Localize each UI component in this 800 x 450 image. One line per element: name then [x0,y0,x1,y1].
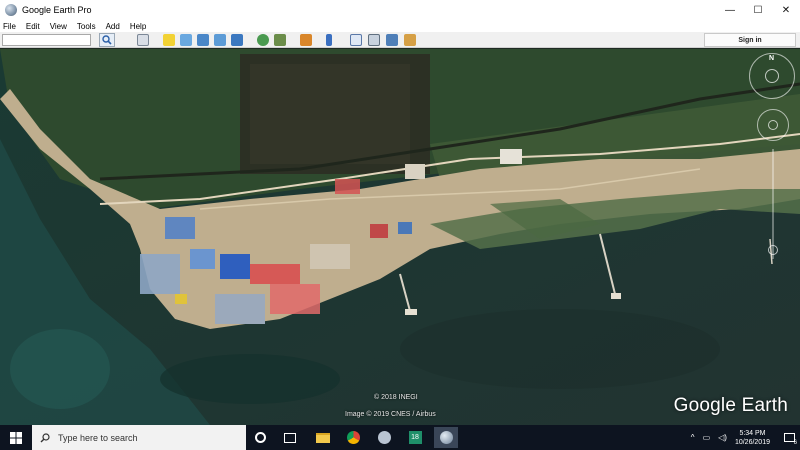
ruler-icon[interactable] [326,34,332,46]
placemark-icon[interactable] [163,34,175,46]
compass-center-icon [765,69,779,83]
search-icon [102,35,112,45]
imagery-attribution: Image © 2019 CNES / Airbus [345,411,436,418]
show-hidden-icons-icon[interactable]: ^ [691,433,695,442]
move-joystick-icon [768,120,778,130]
network-icon[interactable]: ▭ [703,433,711,442]
google-earth-logo: Google Earth [673,395,788,416]
close-button[interactable]: ✕ [772,0,800,20]
windows-taskbar: Type here to search 18 ^ ▭ ◁) 5:34 PM 10… [0,425,800,450]
window-controls: — ☐ ✕ [716,0,800,20]
menu-edit[interactable]: Edit [26,22,40,31]
menu-tools[interactable]: Tools [77,22,96,31]
maps-icon[interactable] [404,34,416,46]
toolbar: Sign in [0,32,800,48]
print-icon[interactable] [368,34,380,46]
sunlight-icon[interactable] [274,34,286,46]
action-center-button[interactable]: 6 [778,425,800,450]
satellite-imagery [0,49,800,425]
polygon-icon[interactable] [180,34,192,46]
clock-date: 10/26/2019 [734,438,770,446]
map-view[interactable]: N © 2018 INEGI Image © 2019 CNES / Airbu… [0,49,800,425]
numbered-app-icon[interactable]: 18 [405,429,425,446]
cortana-icon[interactable] [250,429,270,446]
historical-imagery-icon[interactable] [257,34,269,46]
sign-in-button[interactable]: Sign in [704,33,796,47]
search-button[interactable] [99,33,115,47]
maximize-button[interactable]: ☐ [744,0,772,20]
search-input[interactable] [2,34,91,46]
task-view-icon[interactable] [280,429,300,446]
search-icon [40,432,50,442]
notification-count: 6 [793,440,797,446]
record-tour-icon[interactable] [231,34,243,46]
windows-logo-icon [10,431,22,444]
taskbar-search-box[interactable]: Type here to search [32,425,246,450]
email-icon[interactable] [350,34,362,46]
path-icon[interactable] [197,34,209,46]
compass-north-label: N [769,55,775,62]
move-navigation-control[interactable] [757,109,789,141]
google-earth-app-icon [5,4,17,16]
google-earth-taskbar-icon[interactable] [434,427,458,448]
look-navigation-control[interactable]: N [749,53,795,99]
system-tray: ^ ▭ ◁) 5:34 PM 10/26/2019 6 [691,425,800,450]
zoom-slider[interactable] [768,149,778,259]
app-icon[interactable] [374,429,394,446]
save-image-icon[interactable] [386,34,398,46]
zoom-handle[interactable] [768,245,778,255]
system-clock[interactable]: 5:34 PM 10/26/2019 [735,429,770,447]
planets-icon[interactable] [300,34,312,46]
clock-time: 5:34 PM [739,429,766,437]
menu-add[interactable]: Add [106,22,120,31]
sidebar-icon[interactable] [137,34,149,46]
minimize-button[interactable]: — [716,0,744,20]
zoom-track [772,149,774,259]
menu-bar: File Edit View Tools Add Help [0,20,800,32]
window-title: Google Earth Pro [22,5,92,15]
menu-help[interactable]: Help [130,22,146,31]
file-explorer-icon[interactable] [313,429,333,446]
inegi-attribution: © 2018 INEGI [374,394,418,401]
chrome-icon[interactable] [343,429,363,446]
menu-view[interactable]: View [50,22,67,31]
taskbar-search-placeholder: Type here to search [58,432,138,443]
volume-icon[interactable]: ◁) [718,433,727,442]
menu-file[interactable]: File [3,22,16,31]
title-bar: Google Earth Pro — ☐ ✕ [0,0,800,20]
image-overlay-icon[interactable] [214,34,226,46]
app-18-badge: 18 [408,431,422,444]
start-button[interactable] [0,425,32,450]
